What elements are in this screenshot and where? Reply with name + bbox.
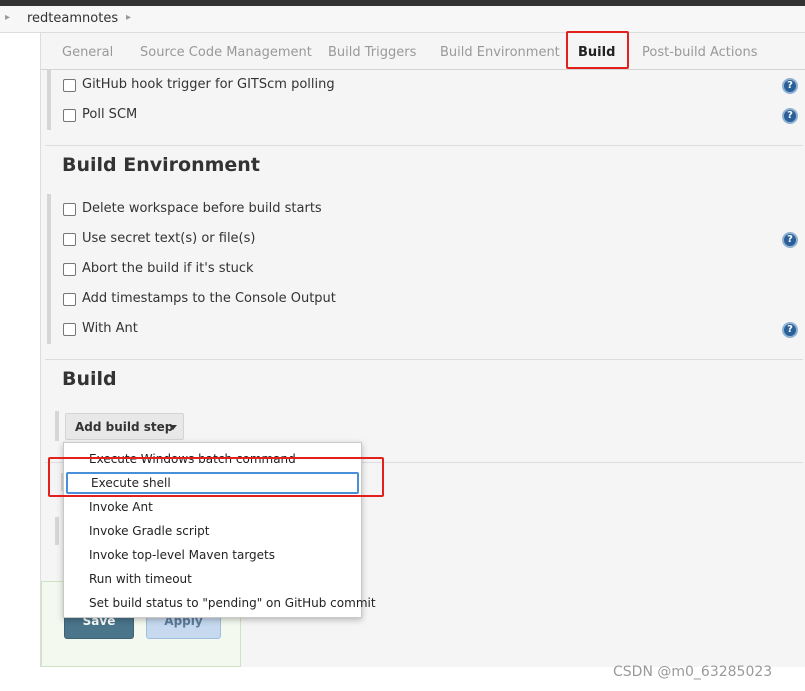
with-ant-label: With Ant [82,321,138,336]
abort-stuck-label: Abort the build if it's stuck [82,261,254,276]
breadcrumb-chevron-icon[interactable]: ▸ [5,12,10,23]
watermark: CSDN @m0_63285023 [613,664,773,680]
build-tab-annotation-box [566,31,629,69]
help-icon[interactable]: ? [782,108,798,124]
timestamps-checkbox[interactable] [63,293,76,306]
github-hook-checkbox[interactable] [63,79,76,92]
tab-build-triggers[interactable]: Build Triggers [328,45,416,60]
env-option-row: With Ant [61,320,781,340]
trigger-github-hook-row: GitHub hook trigger for GITScm polling [61,76,781,96]
add-build-step-label: Add build step [75,420,174,434]
env-option-row: Add timestamps to the Console Output [61,290,781,310]
menu-item-invoke-ant[interactable]: Invoke Ant [64,496,361,518]
timestamps-label: Add timestamps to the Console Output [82,291,336,306]
tab-general[interactable]: General [62,45,113,60]
menu-item-run-with-timeout[interactable]: Run with timeout [64,568,361,590]
section-indent-bar [47,70,51,130]
breadcrumb-item-job[interactable]: redteamnotes [27,11,118,26]
tab-source-code-management[interactable]: Source Code Management [140,45,312,60]
github-hook-label: GitHub hook trigger for GITScm polling [82,77,335,92]
help-icon[interactable]: ? [782,322,798,338]
tab-post-build-actions[interactable]: Post-build Actions [642,45,757,60]
config-tab-bar: General Source Code Management Build Tri… [41,31,805,70]
menu-item-invoke-gradle[interactable]: Invoke Gradle script [64,520,361,542]
section-indent-bar [47,194,51,344]
breadcrumb: ▸ redteamnotes ▸ [0,6,805,33]
env-option-row: Abort the build if it's stuck [61,260,781,280]
poll-scm-label: Poll SCM [82,107,138,122]
delete-workspace-label: Delete workspace before build starts [82,201,322,216]
tab-build-environment[interactable]: Build Environment [440,45,560,60]
secret-text-checkbox[interactable] [63,233,76,246]
menu-item-invoke-maven[interactable]: Invoke top-level Maven targets [64,544,361,566]
env-option-row: Use secret text(s) or file(s) [61,230,781,250]
secret-text-label: Use secret text(s) or file(s) [82,231,256,246]
env-option-row: Delete workspace before build starts [61,200,781,220]
section-divider [45,359,803,360]
with-ant-checkbox[interactable] [63,323,76,336]
delete-workspace-checkbox[interactable] [63,203,76,216]
poll-scm-checkbox[interactable] [63,109,76,122]
build-heading: Build [62,368,117,390]
help-icon[interactable]: ? [782,232,798,248]
execute-shell-annotation-box [48,457,384,497]
breadcrumb-chevron-icon[interactable]: ▸ [126,12,131,23]
abort-stuck-checkbox[interactable] [63,263,76,276]
section-indent-bar [55,411,59,441]
trigger-poll-scm-row: Poll SCM [61,106,781,126]
add-build-step-button[interactable]: Add build step [65,413,184,440]
section-indent-bar [55,517,59,545]
menu-item-set-build-status[interactable]: Set build status to "pending" on GitHub … [64,592,376,614]
help-icon[interactable]: ? [782,78,798,94]
build-environment-heading: Build Environment [62,154,260,176]
section-divider [45,145,803,146]
caret-down-icon [169,425,177,430]
